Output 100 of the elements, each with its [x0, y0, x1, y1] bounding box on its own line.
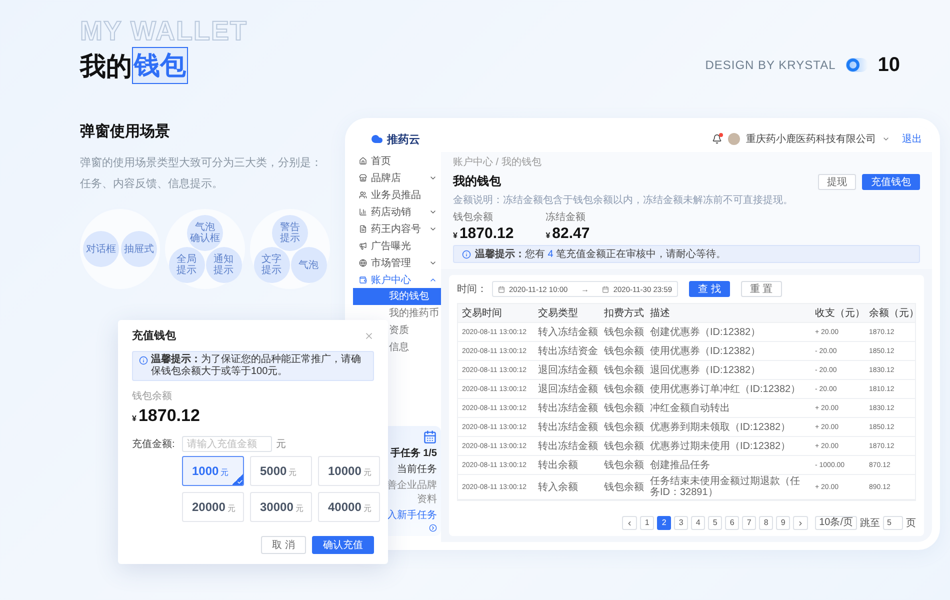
- search-button[interactable]: 查 找: [689, 281, 730, 297]
- amount-option[interactable]: 40000 元: [318, 492, 380, 522]
- confirm-button[interactable]: 确认充值: [312, 536, 374, 554]
- page-button[interactable]: 1: [640, 516, 654, 530]
- sidebar-item[interactable]: 品牌店: [353, 169, 441, 186]
- stat-value: ¥1870.12: [453, 225, 514, 242]
- notice-text: 温馨提示：您有 4 笔充值金额正在审核中，请耐心等待。: [475, 248, 726, 261]
- stat-label: 冻结金额: [546, 210, 587, 224]
- amount-option[interactable]: 10000 元: [318, 456, 380, 486]
- credit-text: DESIGN BY KRYSTAL: [705, 58, 836, 72]
- info-icon: [139, 356, 148, 365]
- table-cell-text: 转出冻结金额: [537, 420, 599, 434]
- table-cell-text: 钱包余额: [603, 402, 645, 414]
- page-suffix: 页: [906, 517, 916, 530]
- jump-label: 跳至: [860, 516, 880, 530]
- table-cell-text: 退回优惠券（ID:12382）: [649, 364, 762, 376]
- column-header: 收支（元）: [814, 306, 865, 320]
- breadcrumb: 账户中心 / 我的钱包: [453, 156, 542, 169]
- column-header: 余额（元）: [868, 306, 915, 320]
- info-icon: [462, 250, 471, 258]
- table-cell-text: 转入余额: [537, 480, 579, 494]
- table-cell-text: 转入冻结金额: [537, 326, 599, 338]
- table-cell-text: 创建推品任务: [649, 458, 711, 472]
- amount-option[interactable]: 30000 元: [250, 492, 312, 522]
- calendar-icon: [423, 430, 437, 444]
- table-cell-text: 优惠券过期未使用（ID:12382）: [649, 440, 792, 452]
- calendar-icon: [498, 286, 505, 292]
- table-cell-text: 钱包余额: [603, 364, 645, 376]
- page-button[interactable]: 5: [708, 516, 722, 530]
- page-button[interactable]: 2: [657, 516, 672, 530]
- table-cell-text: 钱包余额: [603, 420, 645, 434]
- page-title: 我的: [80, 50, 132, 82]
- section-heading: 弹窗使用场景: [80, 122, 171, 141]
- balance-label: 钱包余额: [132, 390, 173, 403]
- page-button[interactable]: 3: [674, 516, 688, 530]
- amount-input-field[interactable]: 请输入充值金额: [182, 436, 272, 452]
- circle-arrow-icon[interactable]: [429, 524, 437, 532]
- sidebar-item[interactable]: 首页: [353, 152, 441, 169]
- unit-label: 元: [276, 438, 286, 451]
- task-link[interactable]: 入新手任务: [387, 508, 437, 522]
- table-cell-text: 钱包余额: [603, 458, 645, 472]
- chevron-left-icon: [626, 520, 634, 526]
- table-cell-text: 钱包余额: [603, 440, 645, 452]
- table-cell-text: 退回冻结金额: [537, 382, 599, 396]
- table-cell-text: 使用优惠券订单冲红（ID:12382）: [649, 382, 802, 396]
- next-page-button[interactable]: [793, 516, 808, 530]
- reset-button[interactable]: 重 置: [740, 281, 782, 297]
- category-bubble: 全局 提示: [168, 247, 204, 283]
- category-bubble: 文字 提示: [254, 247, 290, 283]
- table-cell-text: 转出冻结资金: [537, 344, 599, 358]
- page-number: 10: [878, 54, 900, 76]
- chevron-down-icon[interactable]: [882, 135, 890, 143]
- sidebar-item[interactable]: 药王内容号: [353, 220, 441, 237]
- sidebar-subitem[interactable]: 我的钱包: [353, 288, 441, 305]
- category-bubble: 对话框: [83, 231, 119, 267]
- dialog-title: 充值钱包: [132, 328, 176, 343]
- column-header: 交易类型: [537, 306, 579, 320]
- notification-icon[interactable]: [712, 134, 722, 144]
- amount-option[interactable]: 1000 元: [182, 456, 244, 486]
- calendar-icon: [602, 286, 610, 292]
- table-cell-text: 使用优惠券（ID:12382）: [649, 344, 762, 358]
- filter-label: 时间：: [457, 282, 487, 296]
- page-button[interactable]: 4: [691, 516, 706, 530]
- table-cell-text: 任务结束未使用金额过期退款（任务ID：32891）: [649, 475, 801, 499]
- sidebar-item[interactable]: 账户中心: [353, 271, 441, 288]
- task-subtitle: 当前任务: [397, 462, 437, 476]
- sidebar-item[interactable]: 广告曝光: [353, 237, 441, 254]
- amount-note: 金额说明：冻结金额包含于钱包余额以内，冻结金额未解冻前不可直接提现。: [453, 194, 794, 207]
- page-button[interactable]: 7: [742, 516, 756, 530]
- company-name[interactable]: 重庆药小鹿医药科技有限公司: [746, 132, 876, 146]
- page-button[interactable]: 6: [725, 516, 740, 530]
- previous-page-button[interactable]: [622, 516, 638, 530]
- sidebar-item[interactable]: 药店动销: [353, 203, 441, 220]
- table-cell-text: 钱包余额: [603, 382, 645, 396]
- sidebar-item[interactable]: 业务员推品: [353, 186, 441, 203]
- table-cell-text: 退回冻结金额: [537, 364, 599, 376]
- withdraw-button[interactable]: 提现: [818, 174, 856, 190]
- page-title-highlight: 钱包: [132, 46, 188, 84]
- category-bubble: 通知 提示: [206, 247, 242, 283]
- avatar[interactable]: [728, 133, 740, 145]
- table-cell-text: 转出冻结金额: [537, 440, 599, 452]
- amount-label: 充值金额:: [132, 438, 176, 451]
- cloud-logo-icon: [371, 133, 383, 145]
- cancel-button[interactable]: 取 消: [261, 536, 306, 554]
- logo-text: 推药云: [387, 132, 420, 146]
- close-icon[interactable]: [364, 330, 374, 340]
- page-size-select[interactable]: 10条/页: [815, 516, 857, 530]
- recharge-button[interactable]: 充值钱包: [862, 174, 920, 190]
- amount-option[interactable]: 20000 元: [182, 492, 244, 522]
- sidebar-item[interactable]: 市场管理: [353, 254, 441, 271]
- page-button[interactable]: 8: [759, 516, 774, 530]
- amount-option[interactable]: 5000 元: [250, 456, 312, 486]
- notice-text: 温馨提示：为了保证您的品种能正常推广，请确保钱包余额大于或等于100元。: [151, 354, 362, 378]
- logout-link[interactable]: 退出: [902, 132, 922, 146]
- category-bubble: 气泡: [290, 247, 326, 283]
- sidebar-subitem[interactable]: 我的推药币: [353, 305, 441, 322]
- table-cell-text: 钱包余额: [603, 480, 645, 494]
- page-button[interactable]: 9: [776, 516, 790, 530]
- jump-page-field[interactable]: 5: [883, 516, 903, 530]
- balance-value: ¥1870.12: [132, 406, 201, 426]
